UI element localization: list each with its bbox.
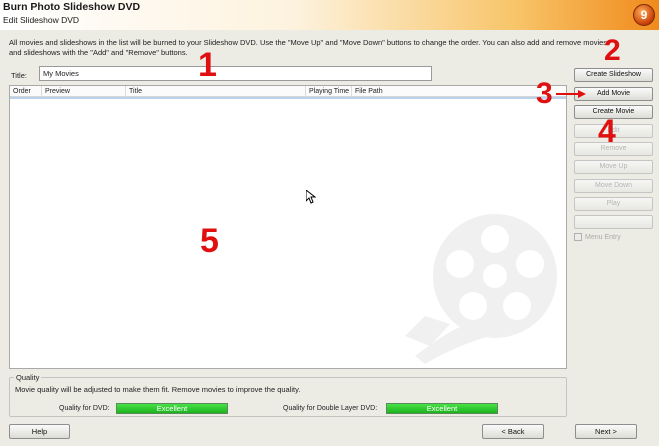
- menu-entry-checkbox[interactable]: Menu Entry: [574, 233, 621, 241]
- list-selection-line: [10, 97, 566, 99]
- back-button[interactable]: < Back: [482, 424, 544, 439]
- next-button[interactable]: Next >: [575, 424, 637, 439]
- annotation-arrow-icon: [556, 90, 586, 98]
- column-header-order[interactable]: Order: [10, 86, 42, 97]
- quality-dvd-label: Quality for DVD:: [59, 405, 110, 412]
- quality-legend: Quality: [14, 373, 42, 382]
- movie-list[interactable]: Order Preview Title Playing Time File Pa…: [9, 85, 567, 369]
- instructions-text: All movies and slideshows in the list wi…: [9, 38, 608, 57]
- app-logo-icon: 9: [633, 4, 655, 26]
- menu-entry-label: Menu Entry: [585, 233, 621, 241]
- film-reel-watermark-icon: [405, 214, 557, 364]
- quality-double-layer-bar: Excellent: [386, 403, 498, 414]
- annotation-2: 2: [604, 34, 621, 67]
- quality-dvd-bar: Excellent: [116, 403, 228, 414]
- title-label: Title:: [11, 71, 27, 80]
- mouse-pointer-icon: [306, 190, 316, 204]
- window-subtitle: Edit Slideshow DVD: [3, 15, 80, 25]
- column-header-title[interactable]: Title: [126, 86, 306, 97]
- move-down-button[interactable]: Move Down: [574, 179, 653, 193]
- annotation-1: 1: [198, 46, 217, 84]
- quality-note: Movie quality will be adjusted to make t…: [15, 385, 301, 394]
- title-bar: Burn Photo Slideshow DVD Edit Slideshow …: [0, 0, 659, 30]
- column-header-file-path[interactable]: File Path: [352, 86, 566, 97]
- quality-double-layer-label: Quality for Double Layer DVD:: [283, 405, 378, 412]
- help-button[interactable]: Help: [9, 424, 70, 439]
- play-button[interactable]: Play: [574, 197, 653, 211]
- title-input[interactable]: [39, 66, 432, 81]
- list-header: Order Preview Title Playing Time File Pa…: [10, 86, 566, 97]
- annotation-3: 3: [536, 77, 553, 110]
- column-header-preview[interactable]: Preview: [42, 86, 126, 97]
- checkbox-box[interactable]: [574, 233, 582, 241]
- action-button-blank[interactable]: [574, 215, 653, 229]
- create-slideshow-button[interactable]: Create Slideshow: [574, 68, 653, 82]
- quality-group: Quality Movie quality will be adjusted t…: [9, 373, 567, 417]
- move-up-button[interactable]: Move Up: [574, 160, 653, 174]
- annotation-5: 5: [200, 222, 219, 260]
- column-header-playing-time[interactable]: Playing Time: [306, 86, 352, 97]
- annotation-4: 4: [598, 113, 616, 149]
- app-title: Burn Photo Slideshow DVD: [3, 1, 141, 13]
